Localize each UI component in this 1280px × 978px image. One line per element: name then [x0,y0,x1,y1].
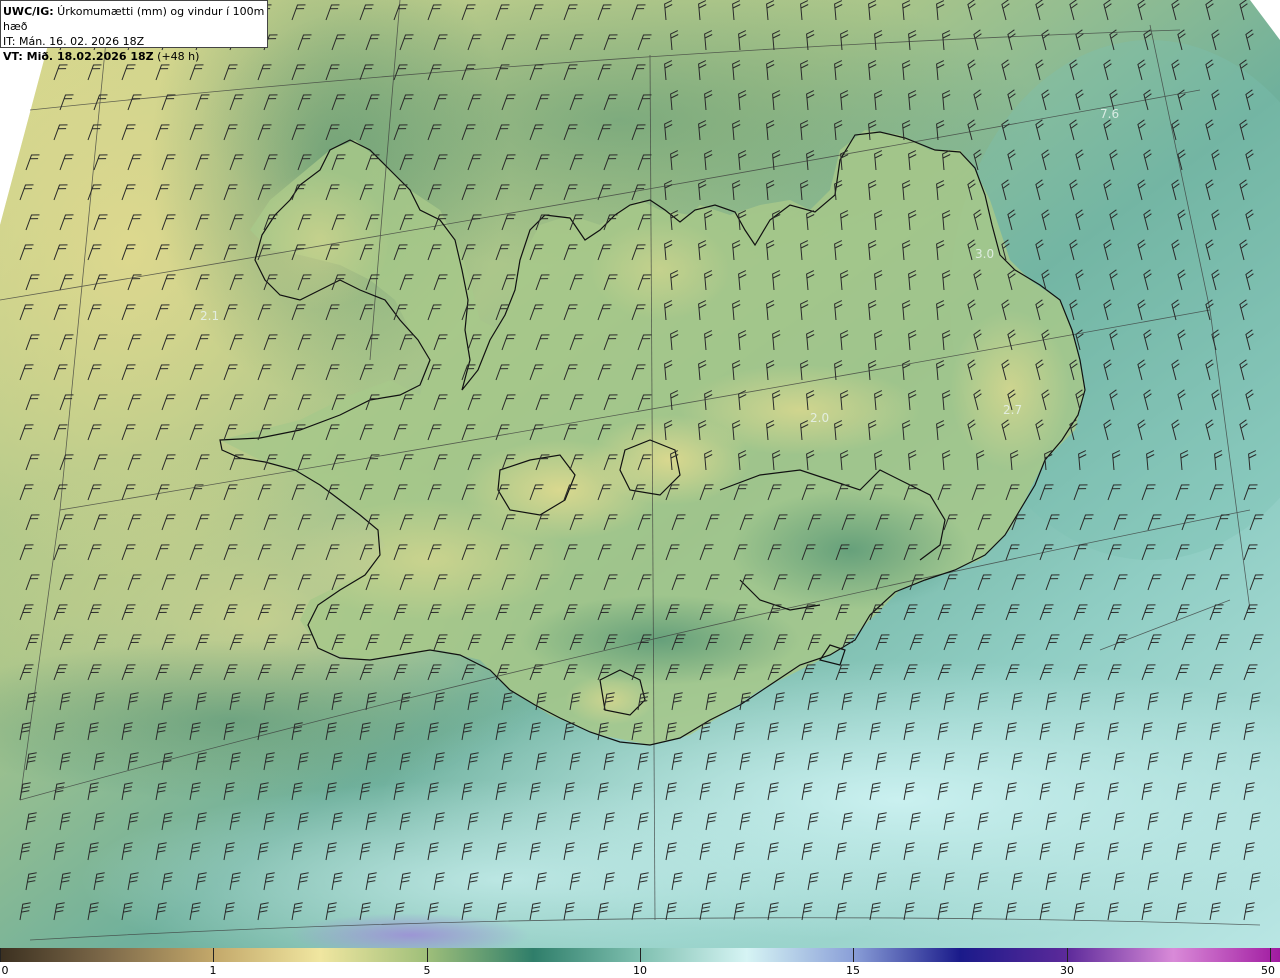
colorbar: 0 1 5 10 15 30 50 [0,948,1280,978]
value-label: 2.7 [1003,403,1022,417]
precipitation-wind-map: 7.6 3.0 2.1 2.7 2.0 [0,0,1280,948]
colorbar-tick-label: 10 [633,964,647,977]
value-label: 2.0 [810,411,829,425]
value-label: 7.6 [1100,107,1119,121]
value-label: 3.0 [975,247,994,261]
colorbar-tick-mark [0,948,1,962]
colorbar-tick-mark [853,948,854,962]
colorbar-tick-label: 5 [423,964,431,977]
colorbar-tick-mark [1067,948,1068,962]
colorbar-tick-mark [213,948,214,962]
colorbar-tick-mark [427,948,428,962]
colorbar-tick-mark [640,948,641,962]
valid-time: Mið. 18.02.2026 18Z [22,50,154,63]
title-box: UWC/IG: Úrkomumætti (mm) og vindur í 100… [0,0,268,63]
map-area: 7.6 3.0 2.1 2.7 2.0 UWC/IG: Úrkomumætti … [0,0,1280,948]
vt-prefix: VT: [3,50,23,63]
value-label: 2.1 [200,309,219,323]
colorbar-tick-label: 50 [1261,964,1275,977]
product-label: UWC/IG: [3,5,54,18]
colorbar-tick-label: 1 [209,964,217,977]
colorbar-tick-label: 30 [1060,964,1074,977]
colorbar-tick-mark [1270,948,1271,962]
init-time: Mán. 16. 02. 2026 18Z [15,35,145,48]
it-prefix: IT: [3,35,16,48]
colorbar-tick-label: 15 [846,964,860,977]
lead-time: (+48 h) [153,50,200,63]
colorbar-tick-label: 0 [1,964,9,977]
